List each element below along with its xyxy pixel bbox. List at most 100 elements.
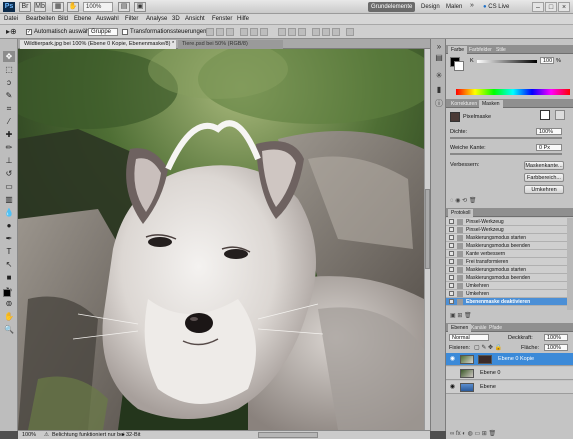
eye-icon[interactable]: ◉ bbox=[449, 356, 456, 363]
color-value-field[interactable]: 100 bbox=[540, 57, 554, 64]
bridge-icon[interactable]: Br bbox=[19, 2, 31, 12]
quick-select-tool-icon[interactable]: ✎ bbox=[3, 90, 15, 101]
history-item[interactable]: Maskierungsmodus beenden bbox=[446, 242, 567, 250]
align-bottom-icon[interactable] bbox=[226, 28, 234, 36]
distribute-right-icon[interactable] bbox=[332, 28, 340, 36]
shape-tool-icon[interactable]: ■ bbox=[3, 272, 15, 283]
zoom-tool-icon[interactable]: 🔍 bbox=[3, 324, 15, 335]
crop-tool-icon[interactable]: ⌗ bbox=[3, 103, 15, 114]
lasso-tool-icon[interactable]: ↄ bbox=[3, 77, 15, 88]
menu-auswahl[interactable]: Auswahl bbox=[96, 16, 119, 22]
history-item[interactable]: Maskierungsmodus beenden bbox=[446, 274, 567, 282]
history-item[interactable]: Frei transformieren bbox=[446, 258, 567, 266]
history-item[interactable]: Umkehren bbox=[446, 290, 567, 298]
density-slider[interactable] bbox=[450, 137, 562, 139]
align-right-icon[interactable] bbox=[260, 28, 268, 36]
maximize-button[interactable]: □ bbox=[545, 2, 557, 12]
menu-filter[interactable]: Filter bbox=[125, 16, 138, 22]
auto-select-checkbox[interactable]: ✓ bbox=[26, 29, 32, 35]
healing-brush-tool-icon[interactable]: ✚ bbox=[3, 129, 15, 140]
3d-orbit-tool-icon[interactable]: ⊚ bbox=[3, 298, 15, 309]
feather-slider[interactable] bbox=[450, 153, 562, 155]
tab-farbfelder[interactable]: Farbfelder bbox=[466, 46, 495, 54]
align-top-icon[interactable] bbox=[206, 28, 214, 36]
distribute-hcenter-icon[interactable] bbox=[322, 28, 330, 36]
distribute-left-icon[interactable] bbox=[312, 28, 320, 36]
menu-ansicht[interactable]: Ansicht bbox=[185, 16, 205, 22]
history-scrollbar[interactable] bbox=[567, 218, 573, 310]
screen-mode-icon[interactable]: ▣ bbox=[134, 2, 146, 12]
history-item-active[interactable]: Ebenenmaske deaktivieren bbox=[446, 298, 567, 306]
tab-pfade[interactable]: Pfade bbox=[486, 324, 505, 332]
menu-3d[interactable]: 3D bbox=[172, 16, 180, 22]
workspace-grundelemente[interactable]: Grundelemente bbox=[368, 2, 416, 12]
mask-edge-button[interactable]: Maskenkante... bbox=[524, 161, 564, 170]
tab-masken[interactable]: Masken bbox=[479, 100, 503, 108]
eyedropper-tool-icon[interactable]: ⁄ bbox=[3, 116, 15, 127]
opacity-field[interactable]: 100% bbox=[544, 334, 568, 341]
align-vcenter-icon[interactable] bbox=[216, 28, 224, 36]
eye-icon[interactable]: ◉ bbox=[449, 384, 456, 391]
move-tool-icon[interactable]: ✥ bbox=[3, 51, 15, 62]
tab-korrekturen[interactable]: Korrekturen bbox=[448, 100, 480, 108]
dock-grip-icon[interactable]: » bbox=[434, 42, 444, 52]
menu-bild[interactable]: Bild bbox=[58, 16, 68, 22]
color-slider-track[interactable] bbox=[477, 60, 537, 63]
menu-fenster[interactable]: Fenster bbox=[212, 16, 232, 22]
status-arrow-icon[interactable]: ▸ bbox=[122, 432, 125, 439]
tab-protokoll[interactable]: Protokoll bbox=[448, 209, 474, 217]
history-item[interactable]: Maskierungsmodus starten bbox=[446, 266, 567, 274]
dodge-tool-icon[interactable]: ● bbox=[3, 220, 15, 231]
eye-icon[interactable] bbox=[449, 370, 456, 377]
color-range-button[interactable]: Farbbereich... bbox=[524, 173, 564, 182]
layer-mask-thumbnail[interactable] bbox=[478, 355, 492, 364]
fill-field[interactable]: 100% bbox=[544, 344, 568, 351]
move-tool-preset-icon[interactable]: ▸⊕ bbox=[6, 27, 17, 36]
hand-icon[interactable]: ✋ bbox=[67, 2, 79, 12]
mask-footer-icons[interactable]: ◌ ◉ ⟲ 🗑 bbox=[450, 197, 476, 204]
auto-align-icon[interactable] bbox=[346, 28, 354, 36]
distribute-bottom-icon[interactable] bbox=[298, 28, 306, 36]
gradient-tool-icon[interactable]: ▥ bbox=[3, 194, 15, 205]
history-brush-tool-icon[interactable]: ↺ bbox=[3, 168, 15, 179]
auto-select-dropdown[interactable]: Gruppe bbox=[88, 28, 118, 36]
layer-row[interactable]: Ebene 0 bbox=[446, 367, 573, 380]
mini-bridge-icon[interactable]: ▤ bbox=[434, 53, 444, 63]
status-zoom[interactable]: 100% bbox=[22, 432, 36, 439]
histogram-icon[interactable]: ▮ bbox=[434, 85, 444, 95]
blur-tool-icon[interactable]: 💧 bbox=[3, 207, 15, 218]
workspace-malen[interactable]: Malen bbox=[443, 2, 465, 12]
layer-name[interactable]: Ebene bbox=[480, 384, 496, 391]
navigator-icon[interactable]: ✳ bbox=[434, 71, 444, 81]
color-ramp[interactable] bbox=[456, 89, 570, 95]
history-item[interactable]: Umkehren bbox=[446, 282, 567, 290]
density-field[interactable]: 100% bbox=[536, 128, 562, 135]
pixel-mask-icon[interactable] bbox=[540, 110, 550, 120]
history-item[interactable]: Kante verbessern bbox=[446, 250, 567, 258]
minimize-button[interactable]: – bbox=[532, 2, 544, 12]
brush-tool-icon[interactable]: ✏ bbox=[3, 142, 15, 153]
document-canvas[interactable] bbox=[18, 49, 424, 430]
path-selection-tool-icon[interactable]: ↖ bbox=[3, 259, 15, 270]
pen-tool-icon[interactable]: ✒ bbox=[3, 233, 15, 244]
layer-name[interactable]: Ebene 0 bbox=[480, 370, 501, 377]
hand-tool-icon[interactable]: ✋ bbox=[3, 311, 15, 322]
distribute-vcenter-icon[interactable] bbox=[288, 28, 296, 36]
feather-field[interactable]: 0 Px bbox=[536, 144, 562, 151]
menu-datei[interactable]: Datei bbox=[4, 16, 18, 22]
align-hcenter-icon[interactable] bbox=[250, 28, 258, 36]
menu-bearbeiten[interactable]: Bearbeiten bbox=[26, 16, 55, 22]
clone-stamp-tool-icon[interactable]: ⊥ bbox=[3, 155, 15, 166]
tab-stile[interactable]: Stile bbox=[493, 46, 509, 54]
layer-name[interactable]: Ebene 0 Kopie bbox=[498, 356, 534, 363]
foreground-color-swatch[interactable] bbox=[3, 289, 11, 297]
minibridge-icon[interactable]: Mb bbox=[34, 2, 46, 12]
close-button[interactable]: × bbox=[558, 2, 570, 12]
blend-mode-dropdown[interactable]: Normal bbox=[449, 334, 489, 341]
panel-background-swatch[interactable] bbox=[454, 61, 464, 71]
layers-footer-icons[interactable]: ∞ fx ◐ ◍ ▭ ⊞ 🗑 bbox=[450, 430, 496, 437]
invert-button[interactable]: Umkehren bbox=[524, 185, 564, 194]
menu-analyse[interactable]: Analyse bbox=[146, 16, 167, 22]
horizontal-scrollbar[interactable] bbox=[258, 432, 318, 438]
history-item[interactable]: Maskierungsmodus starten bbox=[446, 234, 567, 242]
